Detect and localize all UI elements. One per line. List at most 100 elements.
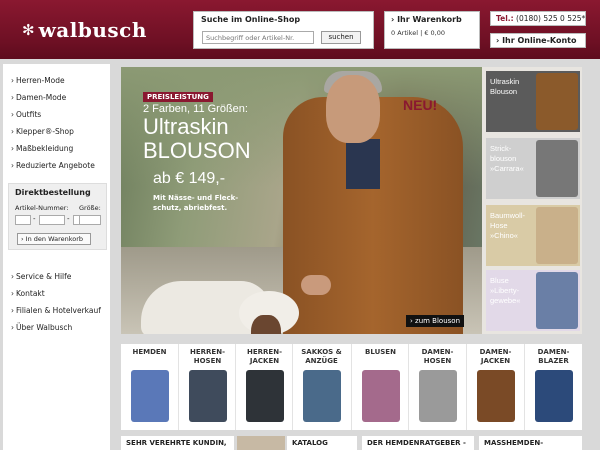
- nav-item-service-hilfe[interactable]: › Service & Hilfe: [3, 268, 101, 285]
- nav-item-kontakt[interactable]: › Kontakt: [3, 285, 101, 302]
- hero-price: ab € 149,-: [153, 170, 226, 187]
- service-nav: › Service & Hilfe › Kontakt › Filialen & Ho…: [3, 260, 101, 336]
- tile-chino[interactable]: Baumwoll-Hose »Chino«: [486, 205, 580, 266]
- add-to-cart-button[interactable]: › In den Warenkorb: [17, 233, 91, 245]
- promo-masshemden[interactable]: MASSHEMDEN-: [479, 436, 582, 450]
- tile-image: [536, 140, 578, 197]
- promo-hemdenratgeber[interactable]: DER HEMDENRATGEBER -: [362, 436, 474, 450]
- tile-label: Ultraskin Blouson: [490, 77, 520, 96]
- article-number-field-2[interactable]: [39, 215, 65, 225]
- nav-item-klepper-shop[interactable]: › Klepper®-Shop: [3, 123, 110, 140]
- product-teaser-column: Ultraskin Blouson Strick-blouson »Carrar…: [482, 67, 582, 334]
- category-image: [189, 370, 227, 422]
- promo-katalog[interactable]: KATALOG: [287, 436, 357, 450]
- nav-item-filialen[interactable]: › Filialen & Hotelverkauf: [3, 302, 101, 319]
- category-label: HERREN-JACKEN: [247, 348, 282, 365]
- category-image: [362, 370, 400, 422]
- nav-item-damen-mode[interactable]: › Damen-Mode: [3, 89, 110, 106]
- category-image: [477, 370, 515, 422]
- crest-icon: ✻: [22, 21, 35, 39]
- promo-katalog-image: [237, 436, 285, 450]
- tile-image: [536, 207, 578, 264]
- tile-ultraskin-blouson[interactable]: Ultraskin Blouson: [486, 71, 580, 132]
- search-input[interactable]: [202, 31, 314, 44]
- model-shirt: [346, 139, 380, 189]
- article-number-label: Artikel-Nummer:: [15, 204, 69, 212]
- category-image: [535, 370, 573, 422]
- promo-kundin[interactable]: SEHR VEREHRTE KUNDIN,: [121, 436, 234, 450]
- phone-box: Tel.: (0180) 525 0 525*: [490, 11, 586, 26]
- model-hand: [301, 275, 331, 295]
- tile-strickblouson[interactable]: Strick-blouson »Carrara«: [486, 138, 580, 199]
- cart-summary: 0 Artikel | € 0,00: [391, 29, 446, 37]
- model-head: [326, 75, 380, 143]
- new-label: NEU!: [403, 97, 438, 113]
- logo-text: walbusch: [38, 18, 147, 42]
- arrow-icon: ›: [11, 110, 14, 119]
- category-image: [246, 370, 284, 422]
- nav-item-herren-mode[interactable]: › Herren-Mode: [3, 72, 110, 89]
- category-damen-jacken[interactable]: DAMEN-JACKEN: [466, 344, 523, 430]
- separator-dash: -: [67, 215, 70, 223]
- category-blusen[interactable]: BLUSEN: [351, 344, 408, 430]
- category-herren-jacken[interactable]: HERREN-JACKEN: [235, 344, 292, 430]
- walbusch-logo[interactable]: ✻ walbusch: [22, 18, 147, 42]
- hero-title: Ultraskin BLOUSON: [143, 115, 251, 163]
- arrow-icon: ›: [11, 144, 14, 153]
- search-panel: Suche im Online-Shop suchen: [193, 11, 374, 49]
- cart-panel[interactable]: › Ihr Warenkorb 0 Artikel | € 0,00: [384, 11, 480, 49]
- direct-order-labels: Artikel-Nummer: Größe:: [15, 204, 105, 212]
- category-label: HEMDEN: [132, 348, 167, 356]
- tile-image: [536, 272, 578, 329]
- hero-note: Mit Nässe- und Fleck-schutz, abriebfest.: [153, 194, 239, 212]
- cart-title[interactable]: › Ihr Warenkorb: [391, 15, 462, 24]
- phone-label: Tel.:: [496, 14, 514, 23]
- tile-label: Bluse »Liberty-gewebe«: [490, 276, 521, 305]
- category-herren-hosen[interactable]: HERREN-HOSEN: [178, 344, 235, 430]
- nav-item-massbekleidung[interactable]: › Maßbekleidung: [3, 140, 110, 157]
- category-label: DAMEN-BLAZER: [537, 348, 570, 365]
- arrow-icon: ›: [11, 161, 14, 170]
- dog-ear: [251, 315, 281, 334]
- arrow-icon: ›: [11, 76, 14, 85]
- size-field[interactable]: [79, 215, 101, 225]
- tile-label: Baumwoll-Hose »Chino«: [490, 211, 526, 240]
- article-number-field-1[interactable]: [15, 215, 31, 225]
- nav-item-ueber-walbusch[interactable]: › Über Walbusch: [3, 319, 101, 336]
- account-button[interactable]: › Ihr Online-Konto: [490, 33, 586, 48]
- direct-order-panel: Direktbestellung Artikel-Nummer: Größe: …: [8, 183, 107, 250]
- to-blouson-button[interactable]: › zum Blouson: [406, 315, 465, 327]
- category-image: [419, 370, 457, 422]
- direct-order-title: Direktbestellung: [15, 188, 91, 197]
- arrow-icon: ›: [11, 272, 14, 281]
- main-nav: › Herren-Mode › Damen-Mode › Outfits › Klepp…: [3, 64, 110, 174]
- size-label: Größe:: [79, 204, 101, 212]
- search-button[interactable]: suchen: [321, 31, 361, 44]
- arrow-icon: ›: [11, 323, 14, 332]
- category-row: HEMDEN HERREN-HOSEN HERREN-JACKEN SAKKOS…: [121, 344, 582, 430]
- separator-dash: -: [33, 215, 36, 223]
- category-damen-hosen[interactable]: DAMEN-HOSEN: [408, 344, 465, 430]
- hero-banner[interactable]: PREISLEISTUNG 2 Farben, 11 Größen: Ultra…: [121, 67, 482, 334]
- tile-bluse[interactable]: Bluse »Liberty-gewebe«: [486, 270, 580, 331]
- tile-label: Strick-blouson »Carrara«: [490, 144, 524, 173]
- category-sakkos-anzuege[interactable]: SAKKOS & ANZÜGE: [292, 344, 349, 430]
- nav-item-reduzierte-angebote[interactable]: › Reduzierte Angebote: [3, 157, 110, 174]
- arrow-icon: ›: [11, 127, 14, 136]
- category-label: HERREN-HOSEN: [190, 348, 225, 365]
- hero-title-line-2: BLOUSON: [143, 138, 251, 163]
- category-label: BLUSEN: [365, 348, 396, 356]
- hero-title-line-1: Ultraskin: [143, 114, 229, 139]
- category-label: DAMEN-HOSEN: [421, 348, 454, 365]
- arrow-icon: ›: [11, 93, 14, 102]
- category-label: DAMEN-JACKEN: [479, 348, 512, 365]
- category-damen-blazer[interactable]: DAMEN-BLAZER: [524, 344, 581, 430]
- tile-image: [536, 73, 578, 130]
- category-image: [131, 370, 169, 422]
- nav-item-outfits[interactable]: › Outfits: [3, 106, 110, 123]
- left-sidebar: › Herren-Mode › Damen-Mode › Outfits › Klepp…: [3, 64, 110, 450]
- category-label: SAKKOS & ANZÜGE: [301, 348, 342, 365]
- arrow-icon: ›: [11, 306, 14, 315]
- price-badge: PREISLEISTUNG: [143, 92, 213, 102]
- category-hemden[interactable]: HEMDEN: [121, 344, 178, 430]
